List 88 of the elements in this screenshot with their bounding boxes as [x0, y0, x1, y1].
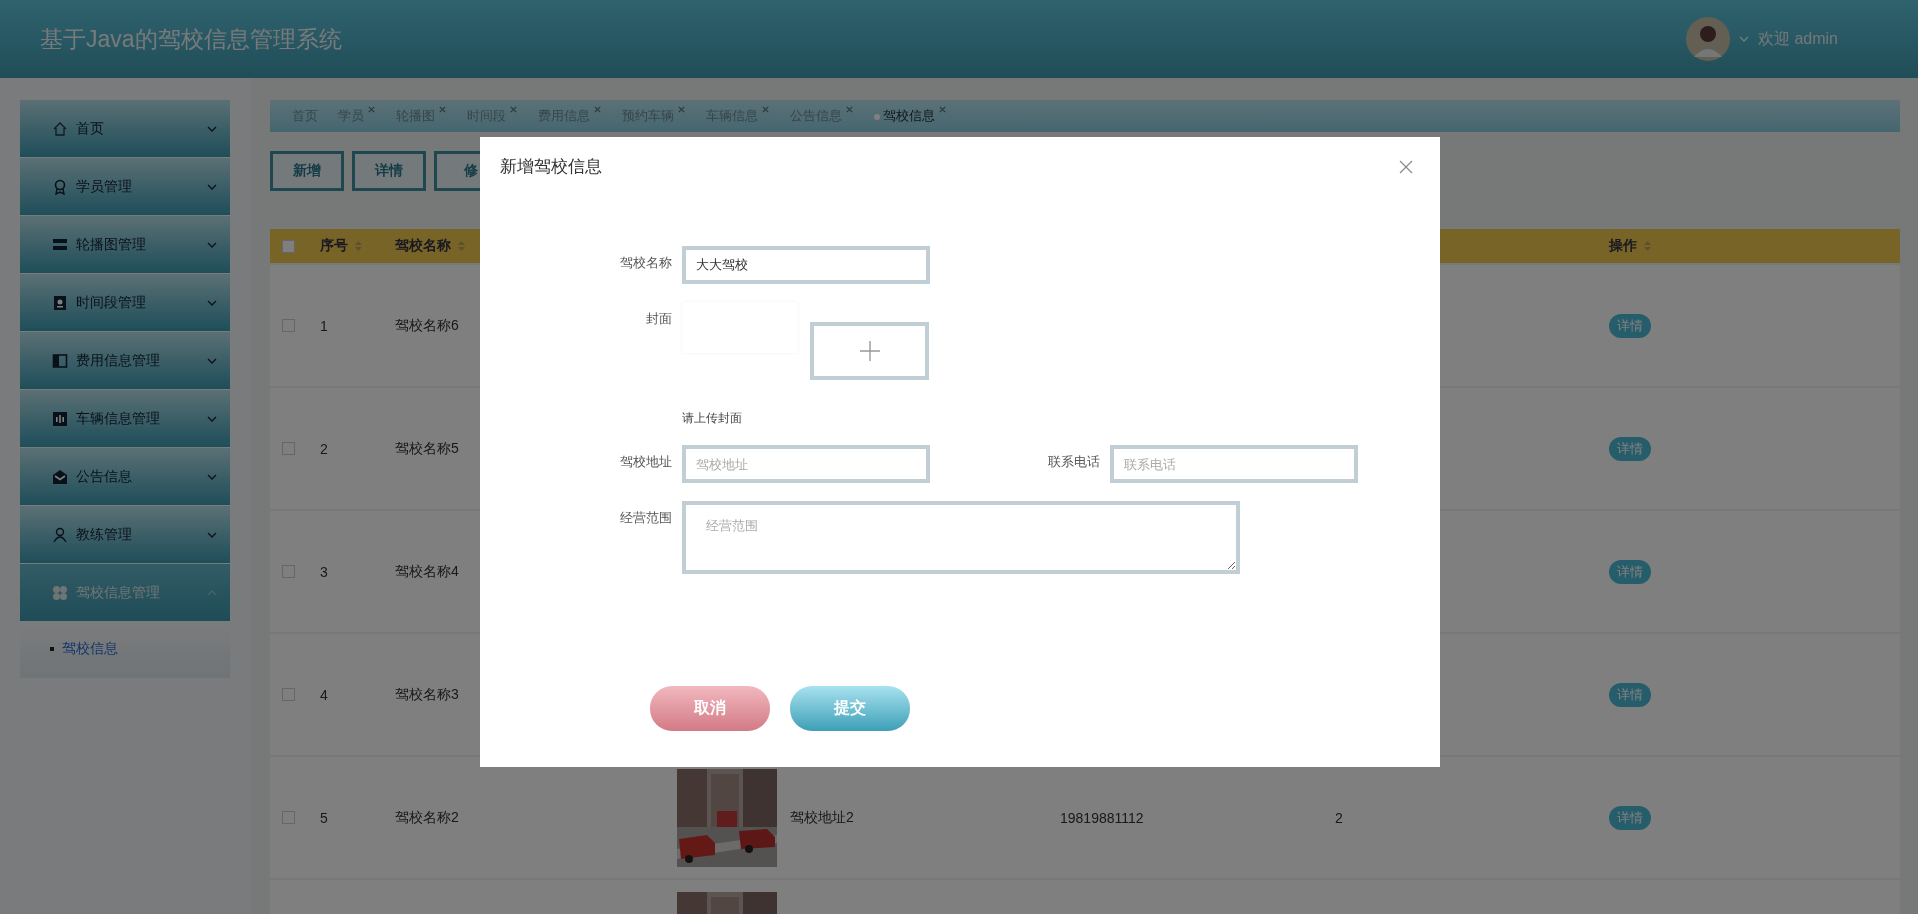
welcome-text: 欢迎 admin [1757, 28, 1838, 49]
chevron-down-icon [206, 124, 218, 133]
field-label: 封面 [645, 310, 672, 328]
badge-icon [52, 178, 68, 195]
close-icon[interactable] [938, 105, 947, 114]
chevron-down-icon [206, 298, 218, 307]
text-area[interactable]: 经营范围 [682, 501, 1240, 574]
table-cell: 3 [320, 563, 328, 580]
avatar-icon [1685, 17, 1730, 61]
close-icon[interactable] [845, 105, 854, 114]
sidebar-item[interactable]: 时间段管理 [20, 274, 230, 331]
table-cell: 驾校名称3 [395, 685, 459, 704]
table-cell: 驾校名称2 [395, 808, 459, 827]
input-field[interactable]: 联系电话 [1110, 445, 1358, 483]
panel-icon [52, 352, 68, 369]
table-cell: 19819881112 [1060, 809, 1144, 826]
id-card-icon [52, 294, 68, 311]
table-cell: 5 [320, 809, 328, 826]
detail-button[interactable]: 详情 [1609, 805, 1651, 830]
detail-button[interactable]: 详情 [1609, 682, 1651, 707]
sort-icon [457, 240, 466, 252]
cancel-button[interactable]: 取消 [650, 686, 770, 731]
caret-icon [1737, 35, 1750, 43]
detail-button[interactable]: 详情 [1609, 559, 1651, 584]
checkbox[interactable] [282, 811, 295, 824]
upload-button[interactable] [810, 322, 929, 380]
toolbar-button[interactable]: 新增 [270, 151, 344, 191]
table-cell: 1 [320, 317, 328, 334]
input-field[interactable]: 驾校地址 [682, 445, 930, 483]
checkbox[interactable] [282, 319, 295, 332]
toolbar-button[interactable]: 详情 [352, 151, 426, 191]
sidebar-item[interactable]: 驾校信息管理 [20, 564, 230, 621]
close-icon[interactable] [677, 105, 686, 114]
sort-icon [1642, 240, 1652, 252]
sidebar-item[interactable]: 轮播图管理 [20, 216, 230, 273]
chevron-down-icon [206, 182, 218, 191]
table-cell: 驾校地址2 [790, 808, 854, 827]
app-title: 基于Java的驾校信息管理系统 [40, 24, 342, 54]
submit-button[interactable]: 提交 [790, 686, 910, 731]
table-cell: 驾校名称6 [395, 316, 459, 335]
table-cell: 2 [1335, 809, 1343, 826]
column-header[interactable]: 序号 [320, 237, 348, 255]
sort-icon [354, 240, 363, 252]
sidebar-item[interactable]: 车辆信息管理 [20, 390, 230, 447]
chevron-down-icon [206, 472, 218, 481]
table-cell: 驾校名称5 [395, 439, 459, 458]
sidebar-item[interactable]: 首页 [20, 100, 230, 157]
close-icon[interactable] [367, 105, 376, 114]
chevron-up-icon [206, 588, 218, 597]
submenu-item[interactable]: 驾校信息 [50, 640, 230, 658]
table-cell: 4 [320, 686, 328, 703]
envelope-icon [52, 468, 68, 485]
close-icon[interactable] [593, 105, 602, 114]
chevron-down-icon [206, 356, 218, 365]
sidebar-item[interactable]: 教练管理 [20, 506, 230, 563]
field-label: 驾校名称 [619, 254, 672, 272]
upload-hint: 请上传封面 [682, 410, 743, 427]
checkbox[interactable] [282, 442, 295, 455]
table-cell: 驾校名称4 [395, 562, 459, 581]
chevron-down-icon [206, 530, 218, 539]
close-icon[interactable] [509, 105, 518, 114]
tab[interactable]: 驾校信息 [862, 104, 955, 128]
detail-button[interactable]: 详情 [1609, 313, 1651, 338]
grid-icon [52, 584, 68, 601]
table-cell: 2 [320, 440, 328, 457]
field-label: 联系电话 [1047, 453, 1100, 471]
bars-icon [52, 236, 68, 253]
column-header[interactable]: 操作 [1608, 237, 1637, 255]
checkbox[interactable] [282, 688, 295, 701]
input-field[interactable]: 大大驾校 [682, 246, 930, 284]
field-label: 经营范围 [619, 509, 672, 527]
close-icon[interactable] [438, 105, 447, 114]
chevron-down-icon [206, 414, 218, 423]
sidebar-item[interactable]: 公告信息 [20, 448, 230, 505]
close-icon[interactable] [761, 105, 770, 114]
checkbox[interactable] [282, 239, 295, 253]
chart-icon [52, 410, 68, 427]
person-icon [52, 526, 68, 543]
column-header[interactable]: 驾校名称 [395, 237, 451, 255]
field-label: 驾校地址 [619, 453, 672, 471]
home-icon [52, 120, 68, 137]
sidebar-item[interactable]: 学员管理 [20, 158, 230, 215]
plus-icon [858, 340, 881, 362]
close-icon[interactable] [1399, 159, 1413, 174]
checkbox[interactable] [282, 565, 295, 578]
detail-button[interactable]: 详情 [1609, 436, 1651, 461]
chevron-down-icon [206, 240, 218, 249]
sidebar-item[interactable]: 费用信息管理 [20, 332, 230, 389]
